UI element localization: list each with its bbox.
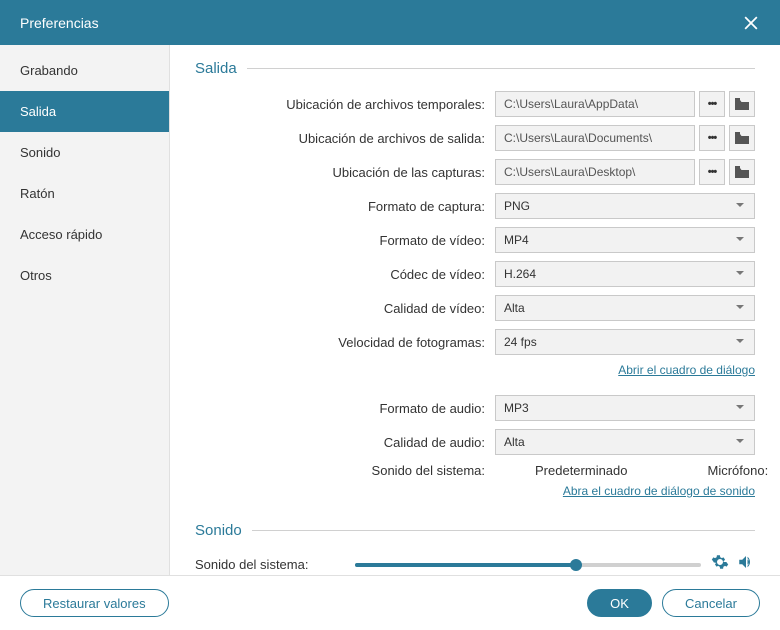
footer: Restaurar valores OK Cancelar [0, 575, 780, 630]
capture-format-select[interactable]: PNG [495, 193, 755, 219]
system-sound-slider-label: Sonido del sistema: [195, 557, 345, 572]
sidebar-item-sound[interactable]: Sonido [0, 132, 169, 173]
chevron-down-icon [734, 199, 746, 214]
system-sound-device-value: Predeterminado [535, 463, 628, 478]
audio-quality-select[interactable]: Alta [495, 429, 755, 455]
window-title: Preferencias [20, 15, 99, 31]
output-path-input[interactable]: C:\Users\Laura\Documents\ [495, 125, 695, 151]
open-sound-dialog-link[interactable]: Abra el cuadro de diálogo de sonido [563, 484, 755, 498]
speaker-icon[interactable] [737, 553, 755, 575]
video-codec-label: Códec de vídeo: [195, 267, 495, 282]
video-format-select[interactable]: MP4 [495, 227, 755, 253]
system-sound-device-label: Sonido del sistema: [195, 463, 495, 478]
capture-path-open-folder-icon[interactable] [729, 159, 755, 185]
open-dialog-link[interactable]: Abrir el cuadro de diálogo [618, 363, 755, 377]
output-path-open-folder-icon[interactable] [729, 125, 755, 151]
video-codec-select[interactable]: H.264 [495, 261, 755, 287]
sidebar-item-shortcuts[interactable]: Acceso rápido [0, 214, 169, 255]
output-path-browse-button[interactable]: ••• [699, 125, 725, 151]
fps-label: Velocidad de fotogramas: [195, 335, 495, 350]
output-path-label: Ubicación de archivos de salida: [195, 131, 495, 146]
chevron-down-icon [734, 401, 746, 416]
restore-defaults-button[interactable]: Restaurar valores [20, 589, 169, 617]
audio-quality-label: Calidad de audio: [195, 435, 495, 450]
close-icon[interactable] [742, 14, 760, 32]
section-heading-sound: Sonido [195, 522, 755, 539]
fps-select[interactable]: 24 fps [495, 329, 755, 355]
chevron-down-icon [734, 233, 746, 248]
chevron-down-icon [734, 267, 746, 282]
video-quality-select[interactable]: Alta [495, 295, 755, 321]
sidebar-item-others[interactable]: Otros [0, 255, 169, 296]
video-quality-label: Calidad de vídeo: [195, 301, 495, 316]
chevron-down-icon [734, 435, 746, 450]
capture-format-label: Formato de captura: [195, 199, 495, 214]
sidebar: Grabando Salida Sonido Ratón Acceso rápi… [0, 45, 170, 575]
audio-format-select[interactable]: MP3 [495, 395, 755, 421]
audio-format-label: Formato de audio: [195, 401, 495, 416]
gear-icon[interactable] [711, 553, 729, 575]
titlebar: Preferencias [0, 0, 780, 45]
temp-path-input[interactable]: C:\Users\Laura\AppData\ [495, 91, 695, 117]
section-heading-output: Salida [195, 60, 755, 77]
ok-button[interactable]: OK [587, 589, 652, 617]
system-sound-slider[interactable] [355, 555, 701, 575]
temp-path-open-folder-icon[interactable] [729, 91, 755, 117]
capture-path-label: Ubicación de las capturas: [195, 165, 495, 180]
cancel-button[interactable]: Cancelar [662, 589, 760, 617]
capture-path-browse-button[interactable]: ••• [699, 159, 725, 185]
chevron-down-icon [734, 335, 746, 350]
chevron-down-icon [734, 301, 746, 316]
sidebar-item-mouse[interactable]: Ratón [0, 173, 169, 214]
sidebar-item-recording[interactable]: Grabando [0, 50, 169, 91]
video-format-label: Formato de vídeo: [195, 233, 495, 248]
sidebar-item-output[interactable]: Salida [0, 91, 169, 132]
mic-device-label: Micrófono: [708, 463, 769, 478]
main-panel: Salida Ubicación de archivos temporales:… [170, 45, 780, 575]
capture-path-input[interactable]: C:\Users\Laura\Desktop\ [495, 159, 695, 185]
temp-path-browse-button[interactable]: ••• [699, 91, 725, 117]
temp-path-label: Ubicación de archivos temporales: [195, 97, 495, 112]
